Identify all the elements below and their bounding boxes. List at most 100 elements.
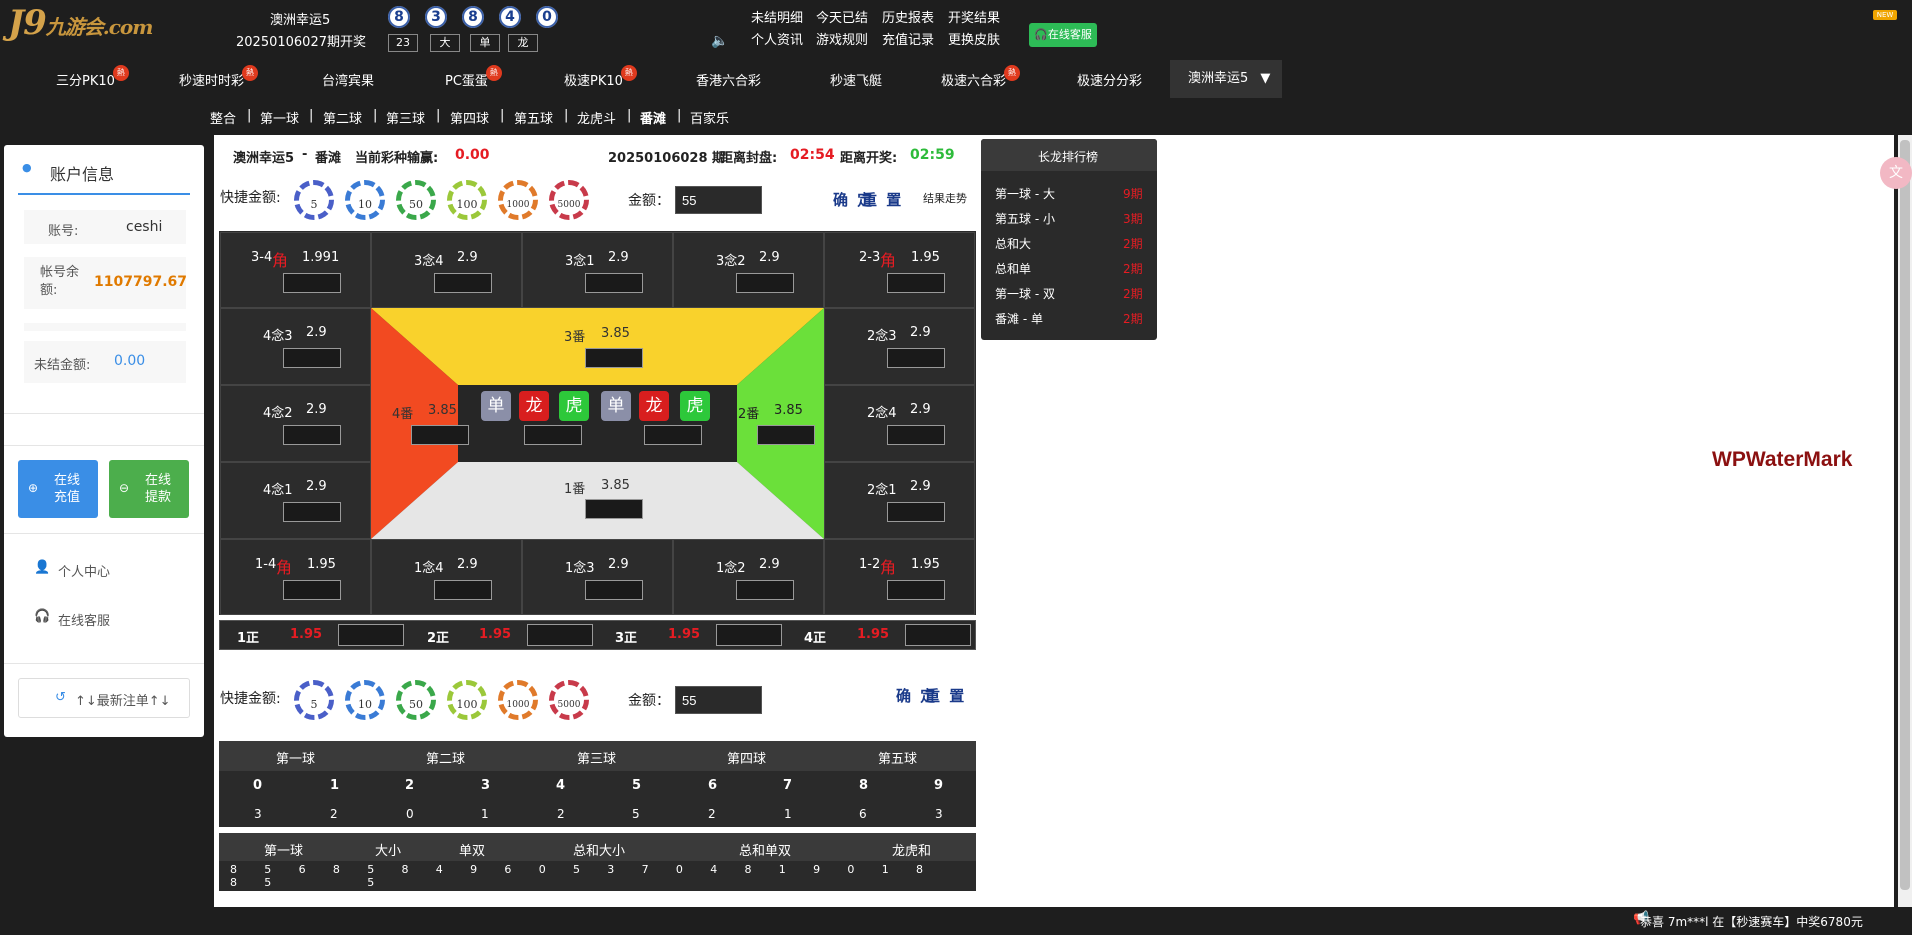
nav-item[interactable]: 极速六合彩熱	[941, 65, 1021, 91]
amount-input[interactable]	[675, 186, 762, 214]
zheng-input[interactable]	[905, 624, 971, 646]
chip-100[interactable]: 100	[447, 180, 487, 220]
link-unsettled[interactable]: 未结明细	[751, 7, 803, 26]
chip-5000[interactable]: 5000	[549, 680, 589, 720]
odd-tag[interactable]: 单	[601, 391, 631, 421]
chip-5000[interactable]: 5000	[549, 180, 589, 220]
bet-cell[interactable]: 2-3 角 1.95	[824, 232, 975, 308]
subnav-item[interactable]: 百家乐	[690, 108, 729, 127]
bet-cell[interactable]: 1-2 角 1.95	[824, 539, 975, 615]
bet-input[interactable]	[736, 580, 794, 600]
bet-input[interactable]	[887, 348, 945, 368]
chip-5[interactable]: 5	[294, 180, 334, 220]
bet-cell[interactable]: 3念2 2.9	[673, 232, 824, 308]
nav-item[interactable]: PC蛋蛋熱	[445, 65, 502, 91]
center-right-input[interactable]	[644, 425, 702, 445]
zheng-input[interactable]	[716, 624, 782, 646]
bet-cell[interactable]: 1念4 2.9	[371, 539, 522, 615]
deposit-button[interactable]: ⊕ 在线充值	[18, 460, 98, 518]
dragon-tag[interactable]: 龙	[519, 391, 549, 421]
trend-tab[interactable]: 单双	[459, 840, 485, 859]
bet-input[interactable]	[585, 580, 643, 600]
chip-50[interactable]: 50	[396, 180, 436, 220]
bet-cell[interactable]: 4念1 2.9	[220, 462, 371, 539]
trend-tab[interactable]: 大小	[375, 840, 401, 859]
odd-tag[interactable]: 单	[481, 391, 511, 421]
tiger-tag[interactable]: 虎	[680, 391, 710, 421]
chip-1000[interactable]: 1000	[498, 680, 538, 720]
bet-input[interactable]	[585, 273, 643, 293]
reset-button-2[interactable]: 重 置	[925, 685, 966, 706]
translate-icon[interactable]: 文	[1880, 157, 1912, 189]
fan3-input[interactable]	[585, 348, 643, 368]
zheng-input[interactable]	[527, 624, 593, 646]
fan2-input[interactable]	[757, 425, 815, 445]
bet-input[interactable]	[434, 580, 492, 600]
chip-100[interactable]: 100	[447, 680, 487, 720]
link-deposit-records[interactable]: 充值记录	[882, 29, 934, 48]
link-game-rules[interactable]: 游戏规则	[816, 29, 868, 48]
nav-item[interactable]: 台湾宾果	[322, 70, 374, 89]
bet-cell[interactable]: 4念3 2.9	[220, 308, 371, 385]
chip-10[interactable]: 10	[345, 680, 385, 720]
latest-bets-button[interactable]: ↺ ↑↓最新注单↑↓	[18, 678, 190, 718]
subnav-item[interactable]: 第一球	[260, 108, 299, 127]
subnav-item[interactable]: 龙虎斗	[577, 108, 616, 127]
subnav-item[interactable]: 第四球	[450, 108, 489, 127]
bet-cell[interactable]: 1-4 角 1.95	[220, 539, 371, 615]
bet-cell[interactable]: 3念4 2.9	[371, 232, 522, 308]
link-personal-info[interactable]: 个人资讯	[751, 29, 803, 48]
scrollbar-thumb[interactable]	[1900, 140, 1910, 890]
fan1-input[interactable]	[585, 499, 643, 519]
bet-cell[interactable]: 4念2 2.9	[220, 385, 371, 462]
bet-input[interactable]	[283, 502, 341, 522]
subnav-item[interactable]: 整合	[210, 108, 236, 127]
chip-50[interactable]: 50	[396, 680, 436, 720]
subnav-item[interactable]: 第二球	[323, 108, 362, 127]
bet-input[interactable]	[283, 273, 341, 293]
link-change-skin[interactable]: 更换皮肤	[948, 29, 1000, 48]
nav-item[interactable]: 三分PK10熱	[56, 65, 129, 91]
bet-input[interactable]	[283, 580, 341, 600]
dragon-tag[interactable]: 龙	[639, 391, 669, 421]
zheng-input[interactable]	[338, 624, 404, 646]
bet-input[interactable]	[887, 502, 945, 522]
bet-cell[interactable]: 2念1 2.9	[824, 462, 975, 539]
nav-item[interactable]: 香港六合彩	[696, 70, 761, 89]
nav-item[interactable]: 秒速时时彩熱	[179, 65, 259, 91]
result-trend-link[interactable]: 结果走势	[923, 190, 967, 206]
nav-item[interactable]: 秒速飞艇	[830, 70, 882, 89]
bet-cell[interactable]: 3-4 角 1.991	[220, 232, 371, 308]
personal-center-link[interactable]: 个人中心	[58, 561, 110, 580]
chip-5[interactable]: 5	[294, 680, 334, 720]
fan4-input[interactable]	[411, 425, 469, 445]
bet-cell[interactable]: 2念3 2.9	[824, 308, 975, 385]
bet-input[interactable]	[887, 580, 945, 600]
withdraw-button[interactable]: ⊖ 在线提款	[109, 460, 189, 518]
trend-tab[interactable]: 总和单双	[739, 840, 791, 859]
trend-tab[interactable]: 总和大小	[573, 840, 625, 859]
bet-input[interactable]	[283, 425, 341, 445]
logo[interactable]: J9九游会.com	[8, 2, 183, 44]
nav-item[interactable]: 极速PK10熱	[564, 65, 637, 91]
center-left-input[interactable]	[524, 425, 582, 445]
bet-input[interactable]	[283, 348, 341, 368]
subnav-item[interactable]: 第五球	[514, 108, 553, 127]
link-draw-results[interactable]: 开奖结果	[948, 7, 1000, 26]
nav-item-active[interactable]: 澳洲幸运5 ▼	[1170, 60, 1282, 98]
subnav-item[interactable]: 第三球	[386, 108, 425, 127]
chip-1000[interactable]: 1000	[498, 180, 538, 220]
link-today-settled[interactable]: 今天已结	[816, 7, 868, 26]
bet-cell[interactable]: 1念3 2.9	[522, 539, 673, 615]
bet-input[interactable]	[736, 273, 794, 293]
bet-input[interactable]	[887, 273, 945, 293]
online-service-button[interactable]: 🎧在线客服	[1029, 23, 1097, 47]
link-history-report[interactable]: 历史报表	[882, 7, 934, 26]
reset-button[interactable]: 重 置	[862, 189, 903, 210]
subnav-item-active[interactable]: 番滩	[640, 108, 666, 127]
speaker-icon[interactable]: 🔈	[711, 33, 728, 49]
online-service-link[interactable]: 在线客服	[58, 610, 110, 629]
bet-cell[interactable]: 1念2 2.9	[673, 539, 824, 615]
bet-input[interactable]	[434, 273, 492, 293]
chip-10[interactable]: 10	[345, 180, 385, 220]
